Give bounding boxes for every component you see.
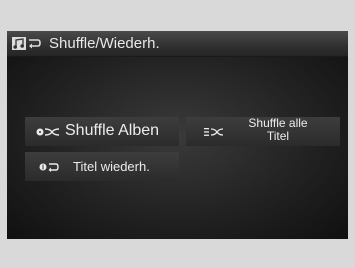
shuffle-albums-button[interactable]: Shuffle Alben bbox=[25, 117, 179, 146]
repeat-track-button[interactable]: Titel wiederh. bbox=[25, 152, 179, 181]
shuffle-all-label-line1: Shuffle alle bbox=[248, 116, 308, 130]
repeat-track-label: Titel wiederh. bbox=[73, 159, 150, 174]
title-bar: Shuffle/Wiederh. bbox=[7, 31, 348, 57]
music-repeat-icon bbox=[12, 37, 41, 50]
audio-screen: Shuffle/Wiederh. Shuffle Alben Shuffle a… bbox=[7, 31, 348, 239]
shuffle-all-label-line2: Titel bbox=[266, 129, 290, 143]
shuffle-albums-icon bbox=[36, 128, 60, 136]
page-title: Shuffle/Wiederh. bbox=[49, 35, 160, 52]
shuffle-albums-label: Shuffle Alben bbox=[65, 122, 160, 139]
shuffle-all-tracks-button[interactable]: Shuffle alle Titel bbox=[186, 116, 340, 146]
shuffle-all-icon bbox=[204, 128, 224, 136]
repeat-one-icon bbox=[39, 163, 59, 172]
